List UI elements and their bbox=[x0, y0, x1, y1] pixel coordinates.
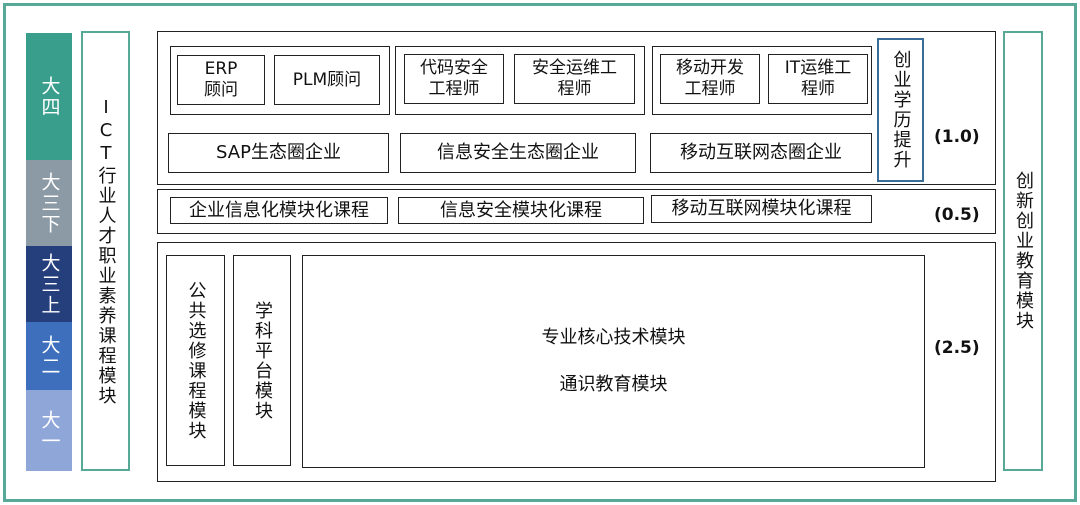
entrepreneur-degree-box: 创业学历提升 bbox=[877, 38, 924, 182]
core-tech-module: 专业核心技术模块 bbox=[541, 327, 686, 348]
year-column: 大四 大三下 大三上 大二 大一 bbox=[26, 33, 72, 471]
year-junior-second: 大三下 bbox=[26, 160, 72, 246]
security-ecosystem: 信息安全生态圈企业 bbox=[400, 133, 636, 173]
year-senior: 大四 bbox=[26, 33, 72, 160]
role-erp-consultant: ERP 顾问 bbox=[177, 55, 265, 105]
general-education-module: 通识教育模块 bbox=[559, 374, 668, 395]
mobile-ecosystem: 移动互联网态圈企业 bbox=[650, 133, 872, 173]
course-info-security: 信息安全模块化课程 bbox=[398, 197, 644, 224]
role-plm-consultant: PLM顾问 bbox=[274, 55, 380, 105]
public-elective-module: 公共选修课程模块 bbox=[166, 255, 225, 466]
core-general-box bbox=[302, 255, 925, 468]
bottom-weight: (2.5) bbox=[934, 338, 980, 358]
innovation-module: 创新创业教育模块 bbox=[1003, 31, 1043, 471]
course-mobile-internet: 移动互联网模块化课程 bbox=[651, 195, 872, 223]
discipline-platform-module: 学科平台模块 bbox=[233, 255, 291, 466]
role-code-security-engineer: 代码安全 工程师 bbox=[404, 54, 504, 104]
ict-literacy-module: ICT行业人才职业素养课程模块 bbox=[81, 31, 130, 471]
middle-weight: (0.5) bbox=[934, 205, 980, 225]
year-sophomore: 大二 bbox=[26, 322, 72, 390]
sap-ecosystem: SAP生态圈企业 bbox=[168, 133, 389, 173]
role-it-ops-engineer: IT运维工 程师 bbox=[768, 54, 868, 104]
top-weight: (1.0) bbox=[934, 127, 980, 147]
year-junior-first: 大三上 bbox=[26, 246, 72, 322]
role-mobile-dev-engineer: 移动开发 工程师 bbox=[660, 54, 760, 104]
course-enterprise-info: 企业信息化模块化课程 bbox=[170, 197, 388, 224]
year-freshman: 大一 bbox=[26, 390, 72, 471]
role-security-ops-engineer: 安全运维工 程师 bbox=[514, 54, 635, 104]
